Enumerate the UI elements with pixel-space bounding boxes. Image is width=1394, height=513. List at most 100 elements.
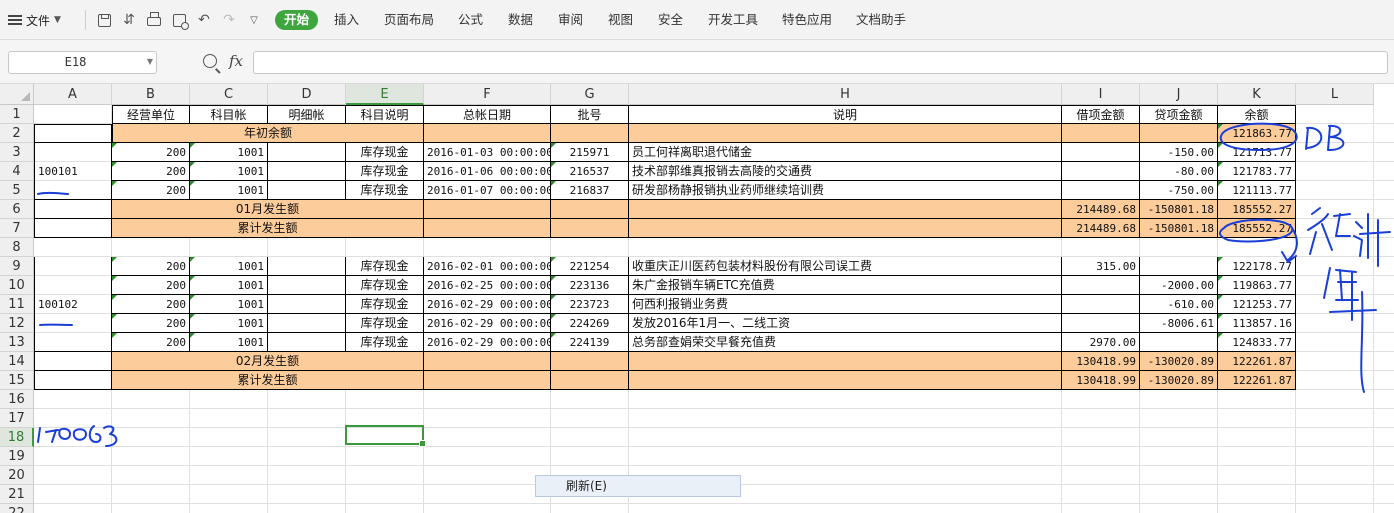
row-header-10[interactable]: 10 bbox=[0, 276, 34, 295]
column-header-K[interactable]: K bbox=[1218, 84, 1296, 105]
header-cell[interactable]: 批号 bbox=[551, 105, 629, 124]
row-header-17[interactable]: 17 bbox=[0, 409, 34, 428]
undo-button[interactable]: ↶ bbox=[194, 10, 214, 30]
batch-cell[interactable]: 221254 bbox=[551, 257, 629, 276]
subject-desc-cell[interactable]: 库存现金 bbox=[346, 295, 424, 314]
balance-cell[interactable]: 119863.77 bbox=[1218, 276, 1296, 295]
cumulative-total-label[interactable]: 累计发生额 bbox=[112, 219, 424, 238]
detail-account-cell[interactable] bbox=[268, 314, 346, 333]
description-cell[interactable]: 收重庆正川医药包装材料股份有限公司误工费 bbox=[629, 257, 1062, 276]
row-header-8[interactable]: 8 bbox=[0, 238, 34, 257]
month-total-label[interactable]: 02月发生额 bbox=[112, 352, 424, 371]
column-header-H[interactable]: H bbox=[629, 84, 1062, 105]
column-header-C[interactable]: C bbox=[190, 84, 268, 105]
tab-review[interactable]: 审阅 bbox=[558, 10, 583, 30]
detail-account-cell[interactable] bbox=[268, 333, 346, 352]
month-total-filler[interactable] bbox=[424, 352, 551, 371]
column-header-G[interactable]: G bbox=[551, 84, 629, 105]
column-header-L[interactable]: L bbox=[1296, 84, 1374, 105]
quick-access-dropdown[interactable]: ▽ bbox=[244, 10, 264, 30]
credit-cell[interactable]: -750.00 bbox=[1140, 181, 1218, 200]
refresh-button[interactable]: 刷新(E) bbox=[535, 475, 741, 497]
cumulative-total-balance[interactable]: 185552.27 bbox=[1218, 219, 1296, 238]
cumulative-total-filler[interactable] bbox=[424, 219, 551, 238]
save-button[interactable] bbox=[94, 10, 114, 30]
batch-cell[interactable]: 223723 bbox=[551, 295, 629, 314]
cumulative-total-filler[interactable] bbox=[629, 219, 1062, 238]
ledger-date-cell[interactable]: 2016-02-29 00:00:00 bbox=[424, 333, 551, 352]
subject-desc-cell[interactable]: 库存现金 bbox=[346, 314, 424, 333]
batch-cell[interactable]: 215971 bbox=[551, 143, 629, 162]
zoom-icon[interactable] bbox=[203, 54, 217, 68]
header-cell[interactable]: 借项金额 bbox=[1062, 105, 1140, 124]
description-cell[interactable]: 员工何祥离职退代储金 bbox=[629, 143, 1062, 162]
month-total-credit[interactable]: -150801.18 bbox=[1140, 200, 1218, 219]
opening-balance-filler[interactable] bbox=[424, 124, 551, 143]
row-header-14[interactable]: 14 bbox=[0, 352, 34, 371]
month-total-filler[interactable] bbox=[551, 352, 629, 371]
header-cell[interactable]: 明细帐 bbox=[268, 105, 346, 124]
row-header-9[interactable]: 9 bbox=[0, 257, 34, 276]
opening-balance-value[interactable]: 121863.77 bbox=[1218, 124, 1296, 143]
cumulative-total-debit[interactable]: 130418.99 bbox=[1062, 371, 1140, 390]
subject-account-cell[interactable]: 1001 bbox=[190, 181, 268, 200]
tab-home[interactable]: 开始 bbox=[275, 10, 319, 30]
subject-account-cell[interactable]: 1001 bbox=[190, 314, 268, 333]
row-header-18[interactable]: 18 bbox=[0, 428, 34, 447]
column-header-B[interactable]: B bbox=[112, 84, 190, 105]
row-header-6[interactable]: 6 bbox=[0, 200, 34, 219]
opening-balance-filler[interactable] bbox=[629, 124, 1062, 143]
tab-security[interactable]: 安全 bbox=[658, 10, 683, 30]
row-header-20[interactable]: 20 bbox=[0, 466, 34, 485]
select-all-corner[interactable] bbox=[0, 84, 34, 105]
month-total-balance[interactable]: 185552.27 bbox=[1218, 200, 1296, 219]
row-header-3[interactable]: 3 bbox=[0, 143, 34, 162]
tab-doc-assistant[interactable]: 文档助手 bbox=[856, 10, 906, 30]
cumulative-total-filler[interactable] bbox=[424, 371, 551, 390]
row-header-15[interactable]: 15 bbox=[0, 371, 34, 390]
blank-cell[interactable] bbox=[34, 124, 112, 143]
column-header-F[interactable]: F bbox=[424, 84, 551, 105]
debit-cell[interactable]: 315.00 bbox=[1062, 257, 1140, 276]
row-header-1[interactable]: 1 bbox=[0, 105, 34, 124]
detail-account-cell[interactable] bbox=[268, 257, 346, 276]
unit-cell[interactable]: 200 bbox=[112, 295, 190, 314]
debit-cell[interactable] bbox=[1062, 162, 1140, 181]
description-cell[interactable]: 研发部杨静报销执业药师继续培训费 bbox=[629, 181, 1062, 200]
month-total-debit[interactable]: 130418.99 bbox=[1062, 352, 1140, 371]
tab-developer[interactable]: 开发工具 bbox=[708, 10, 758, 30]
opening-balance-label[interactable]: 年初余额 bbox=[112, 124, 424, 143]
month-total-filler[interactable] bbox=[629, 200, 1062, 219]
header-cell[interactable]: 余额 bbox=[1218, 105, 1296, 124]
row-header-5[interactable]: 5 bbox=[0, 181, 34, 200]
debit-cell[interactable]: 2970.00 bbox=[1062, 333, 1140, 352]
print-preview-button[interactable] bbox=[169, 10, 189, 30]
tab-view[interactable]: 视图 bbox=[608, 10, 633, 30]
subject-desc-cell[interactable]: 库存现金 bbox=[346, 162, 424, 181]
account-code-cell[interactable]: 100101 bbox=[34, 143, 112, 200]
balance-cell[interactable]: 124833.77 bbox=[1218, 333, 1296, 352]
month-total-label[interactable]: 01月发生额 bbox=[112, 200, 424, 219]
detail-account-cell[interactable] bbox=[268, 162, 346, 181]
month-total-filler[interactable] bbox=[424, 200, 551, 219]
header-cell[interactable]: 贷项金额 bbox=[1140, 105, 1218, 124]
row-header-16[interactable]: 16 bbox=[0, 390, 34, 409]
tab-insert[interactable]: 插入 bbox=[334, 10, 359, 30]
header-cell[interactable]: 科目说明 bbox=[346, 105, 424, 124]
description-cell[interactable]: 何西利报销业务费 bbox=[629, 295, 1062, 314]
row-header-12[interactable]: 12 bbox=[0, 314, 34, 333]
cumulative-total-debit[interactable]: 214489.68 bbox=[1062, 219, 1140, 238]
month-total-balance[interactable]: 122261.87 bbox=[1218, 352, 1296, 371]
column-header-A[interactable]: A bbox=[34, 84, 112, 105]
subject-account-cell[interactable]: 1001 bbox=[190, 295, 268, 314]
unit-cell[interactable]: 200 bbox=[112, 333, 190, 352]
row-header-2[interactable]: 2 bbox=[0, 124, 34, 143]
cumulative-total-blank[interactable] bbox=[34, 219, 112, 238]
balance-cell[interactable]: 113857.16 bbox=[1218, 314, 1296, 333]
cumulative-total-filler[interactable] bbox=[551, 219, 629, 238]
row-header-7[interactable]: 7 bbox=[0, 219, 34, 238]
insert-function-button[interactable]: fx bbox=[229, 52, 243, 70]
batch-cell[interactable]: 223136 bbox=[551, 276, 629, 295]
print-button[interactable] bbox=[144, 10, 164, 30]
unit-cell[interactable]: 200 bbox=[112, 314, 190, 333]
